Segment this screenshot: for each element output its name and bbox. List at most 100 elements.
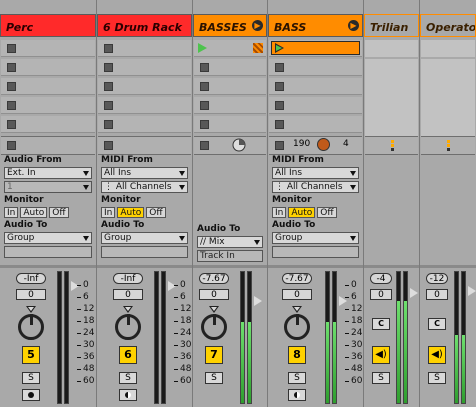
monitor-off-button[interactable]: Off [146, 207, 166, 218]
pan-display[interactable]: 0 [113, 289, 143, 300]
chain-select-button[interactable]: C [428, 318, 446, 330]
track-title-basses[interactable]: BASSES ▶ [193, 14, 267, 37]
monitor-in-button[interactable]: In [4, 207, 19, 218]
volume-display[interactable]: -7.67 [282, 273, 312, 284]
track-activator-button[interactable]: 7 [205, 346, 223, 364]
level-meter [64, 271, 69, 404]
output-type-select[interactable]: // Mix [197, 236, 263, 248]
stop-icon [7, 120, 16, 129]
input-type-select[interactable]: All Ins [272, 167, 359, 179]
solo-button[interactable]: S [372, 372, 390, 384]
clip-slot[interactable] [98, 78, 191, 95]
volume-fader[interactable] [254, 295, 264, 307]
monitor-switch: In Auto Off [4, 207, 92, 218]
pan-knob[interactable] [18, 314, 44, 340]
output-type-select[interactable]: Group [4, 232, 92, 244]
arm-button[interactable] [288, 389, 306, 401]
volume-display[interactable]: -4 [370, 273, 392, 284]
pan-knob[interactable] [115, 314, 141, 340]
clip-slot[interactable] [194, 40, 266, 57]
clip-slot[interactable] [98, 40, 191, 57]
clip-slot[interactable] [98, 116, 191, 133]
volume-display[interactable]: -7.67 [199, 273, 229, 284]
track-activator-button[interactable]: 8 [288, 346, 306, 364]
input-type-select[interactable]: Ext. In [4, 167, 92, 179]
monitor-off-button[interactable]: Off [49, 207, 69, 218]
clip-slot[interactable] [1, 116, 95, 133]
volume-display[interactable]: -Inf [113, 273, 143, 284]
pan-display[interactable]: 0 [426, 289, 448, 300]
pan-indicator-icon [26, 306, 36, 313]
clip-slot[interactable] [194, 116, 266, 133]
clip-slot[interactable] [269, 116, 362, 133]
track-title-drum-rack[interactable]: 6 Drum Rack [97, 14, 192, 37]
output-channel-select[interactable] [101, 246, 188, 258]
monitor-in-button[interactable]: In [101, 207, 116, 218]
output-type-select[interactable]: Group [101, 232, 188, 244]
dial-icon[interactable] [317, 138, 330, 151]
chain-title-trilian[interactable]: Trilian [364, 14, 419, 37]
clip-slot-playing[interactable] [269, 40, 362, 57]
solo-button[interactable]: S [205, 372, 223, 384]
clip-slot[interactable] [98, 59, 191, 76]
monitor-auto-button[interactable]: Auto [20, 207, 48, 218]
output-type-select[interactable]: Group [272, 232, 359, 244]
clip-slot[interactable] [269, 97, 362, 114]
pan-display[interactable]: 0 [199, 289, 229, 300]
play-icon [198, 43, 207, 53]
chain-title-operator[interactable]: Operator [420, 14, 476, 37]
clip-slot[interactable] [194, 59, 266, 76]
clip-slot[interactable] [194, 97, 266, 114]
track-title-bass[interactable]: BASS ▶ [268, 14, 363, 37]
speaker-on-icon[interactable]: ◀) [372, 346, 390, 364]
clip-slot[interactable] [194, 78, 266, 95]
clip-slot[interactable] [98, 97, 191, 114]
volume-display[interactable]: -12 [426, 273, 448, 284]
clip-slot[interactable] [269, 78, 362, 95]
arm-button[interactable] [119, 389, 137, 401]
stop-clips-button[interactable] [98, 136, 191, 155]
solo-button[interactable]: S [119, 372, 137, 384]
playing-clip[interactable] [271, 41, 360, 55]
pan-display[interactable]: 0 [16, 289, 46, 300]
stop-clips-button[interactable] [194, 136, 266, 155]
pan-knob[interactable] [284, 314, 310, 340]
tempo-value[interactable]: 190 [293, 139, 310, 149]
clip-slot[interactable] [269, 59, 362, 76]
solo-button[interactable]: S [288, 372, 306, 384]
arm-button[interactable] [22, 389, 40, 401]
fold-icon[interactable]: ▶ [252, 20, 263, 31]
track-activator-button[interactable]: 5 [22, 346, 40, 364]
output-channel-select[interactable] [4, 246, 92, 258]
monitor-off-button[interactable]: Off [317, 207, 337, 218]
monitor-auto-button[interactable]: Auto [288, 207, 316, 218]
input-type-select[interactable]: All Ins [101, 167, 188, 179]
pan-knob[interactable] [201, 314, 227, 340]
clip-slot[interactable] [1, 97, 95, 114]
volume-display[interactable]: -Inf [16, 273, 46, 284]
solo-button[interactable]: S [428, 372, 446, 384]
input-channel-select[interactable]: ⋮ All Channels [101, 181, 188, 193]
pan-display[interactable]: 0 [370, 289, 392, 300]
stop-clips-button[interactable] [1, 136, 95, 155]
volume-fader[interactable] [468, 285, 476, 297]
input-channel-select[interactable]: 1 [4, 181, 92, 193]
speaker-on-icon[interactable]: ◀) [428, 346, 446, 364]
monitor-in-button[interactable]: In [272, 207, 287, 218]
clip-slot[interactable] [1, 78, 95, 95]
track-activator-button[interactable]: 6 [119, 346, 137, 364]
clip-slot[interactable] [1, 59, 95, 76]
solo-button[interactable]: S [22, 372, 40, 384]
pan-display[interactable]: 0 [282, 289, 312, 300]
clip-slot[interactable] [1, 40, 95, 57]
output-channel-select[interactable]: Track In [197, 250, 263, 262]
stop-clips-button[interactable]: 190 4 [269, 136, 362, 155]
fold-icon[interactable]: ▶ [348, 20, 359, 31]
output-channel-select[interactable] [272, 246, 359, 258]
monitor-auto-button[interactable]: Auto [117, 207, 145, 218]
input-channel-select[interactable]: ⋮ All Channels [272, 181, 359, 193]
input-channel-value: All Channels [286, 182, 343, 192]
volume-fader[interactable] [410, 287, 420, 299]
track-title-perc[interactable]: Perc [0, 14, 96, 37]
chain-select-button[interactable]: C [372, 318, 390, 330]
